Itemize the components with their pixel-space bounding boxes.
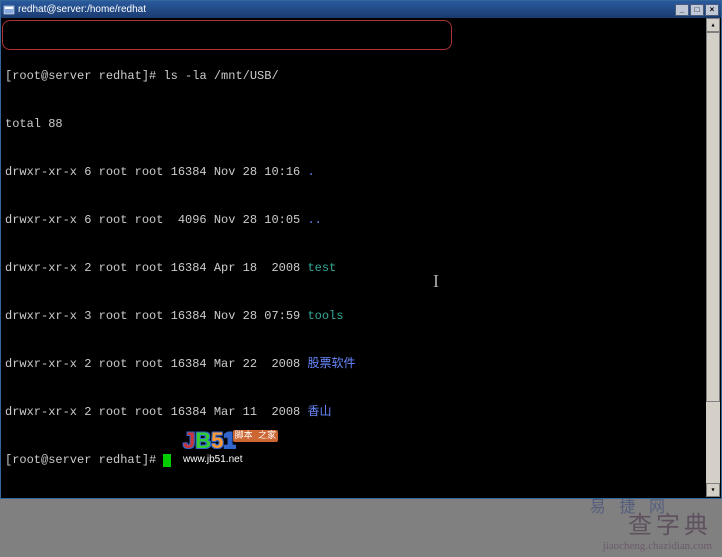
terminal-content[interactable]: [root@server redhat]# ls -la /mnt/USB/ t… — [1, 18, 721, 498]
scroll-thumb[interactable] — [706, 32, 720, 402]
command: ls -la /mnt/USB/ — [163, 69, 278, 83]
scrollbar[interactable]: ▴ ▾ — [706, 18, 720, 497]
titlebar[interactable]: redhat@server:/home/redhat _ □ × — [1, 1, 721, 18]
window-controls: _ □ × — [675, 4, 719, 16]
minimize-button[interactable]: _ — [675, 4, 689, 16]
list-item: drwxr-xr-x 3 root root 16384 Nov 28 07:5… — [5, 308, 717, 324]
maximize-button[interactable]: □ — [690, 4, 704, 16]
prompt: [root@server redhat]# — [5, 69, 156, 83]
ibeam-cursor-icon: I — [433, 273, 439, 289]
annotation-highlight — [2, 20, 452, 50]
list-item: drwxr-xr-x 2 root root 16384 Apr 18 2008… — [5, 260, 717, 276]
prompt: [root@server redhat]# — [5, 453, 156, 467]
window-title: redhat@server:/home/redhat — [18, 4, 675, 15]
close-button[interactable]: × — [705, 4, 719, 16]
total-line: total 88 — [5, 116, 717, 132]
scroll-up-button[interactable]: ▴ — [706, 18, 720, 32]
list-item: drwxr-xr-x 6 root root 16384 Nov 28 10:1… — [5, 164, 717, 180]
watermark-text: 查字典 — [603, 505, 712, 540]
watermark-chazidian: 查字典 jiaocheng.chazidian.com — [603, 505, 712, 552]
cursor — [163, 454, 171, 467]
app-icon — [3, 4, 15, 16]
watermark-url: jiaocheng.chazidian.com — [603, 540, 712, 552]
scroll-down-button[interactable]: ▾ — [706, 483, 720, 497]
list-item: drwxr-xr-x 2 root root 16384 Mar 22 2008… — [5, 356, 717, 372]
list-item: drwxr-xr-x 6 root root 4096 Nov 28 10:05… — [5, 212, 717, 228]
terminal-window: redhat@server:/home/redhat _ □ × [root@s… — [0, 0, 722, 499]
list-item: drwxr-xr-x 2 root root 16384 Mar 11 2008… — [5, 404, 717, 420]
